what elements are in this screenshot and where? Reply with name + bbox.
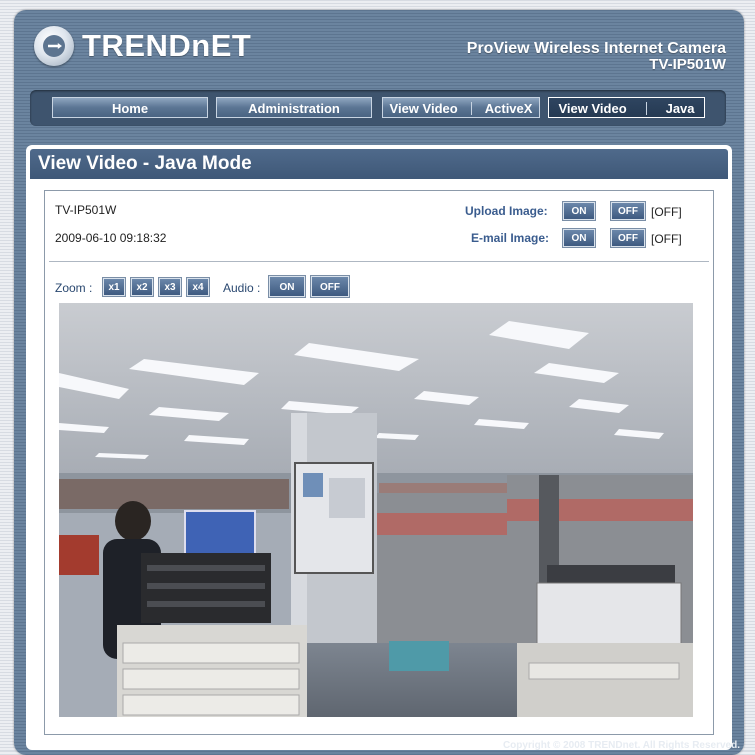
live-video-feed[interactable] [59,303,693,717]
zoom-x2-button[interactable]: x2 [130,277,154,297]
nav-view-video-activex-button[interactable]: View Video ActiveX [382,97,540,118]
divider [49,261,709,262]
zoom-x3-button[interactable]: x3 [158,277,182,297]
nav-view-video-activex-label: View Video [389,101,458,116]
footer-copyright: Copyright © 2008 TRENDnet. All Rights Re… [502,740,740,751]
video-content-box: TV-IP501W 2009-06-10 09:18:32 Upload Ima… [44,190,714,735]
main-panel: View Video - Java Mode TV-IP501W 2009-06… [26,145,732,750]
camera-model: TV-IP501W [55,203,117,217]
page-title: View Video - Java Mode [30,149,728,179]
main-nav: Home Administration View Video ActiveX V… [30,90,726,126]
app-frame: TRENDnET ProView Wireless Internet Camer… [14,10,744,755]
zoom-x4-button[interactable]: x4 [186,277,210,297]
nav-view-video-java-label: View Video [558,101,627,116]
audio-off-button[interactable]: OFF [310,275,350,298]
audio-on-button[interactable]: ON [268,275,306,298]
product-header: ProView Wireless Internet Camera TV-IP50… [467,41,726,73]
nav-view-video-java-button[interactable]: View Video Java [548,97,705,118]
email-image-off-button[interactable]: OFF [610,228,646,248]
product-name: ProView Wireless Internet Camera [466,40,726,57]
upload-image-state: [OFF] [651,205,682,219]
nav-java-label: Java [665,101,695,116]
upload-image-off-button[interactable]: OFF [610,201,646,221]
zoom-label: Zoom : [55,281,93,295]
email-image-state: [OFF] [651,232,682,246]
office-scene-image [59,303,693,717]
upload-image-label: Upload Image: [465,204,548,218]
email-image-label: E-mail Image: [471,231,550,245]
camera-datetime: 2009-06-10 09:18:32 [55,231,167,245]
audio-label: Audio : [223,281,261,295]
brand-logo: TRENDnET [34,26,251,66]
brand-name: TRENDnET [82,28,252,63]
zoom-x1-button[interactable]: x1 [102,277,126,297]
product-model: TV-IP501W [649,56,726,73]
nav-activex-label: ActiveX [484,101,533,116]
nav-home-button[interactable]: Home [52,97,208,118]
email-image-on-button[interactable]: ON [562,228,596,248]
trendnet-logo-icon [34,26,74,66]
nav-administration-button[interactable]: Administration [216,97,372,118]
nav-separator [645,102,647,115]
nav-separator [470,102,472,115]
upload-image-on-button[interactable]: ON [562,201,596,221]
